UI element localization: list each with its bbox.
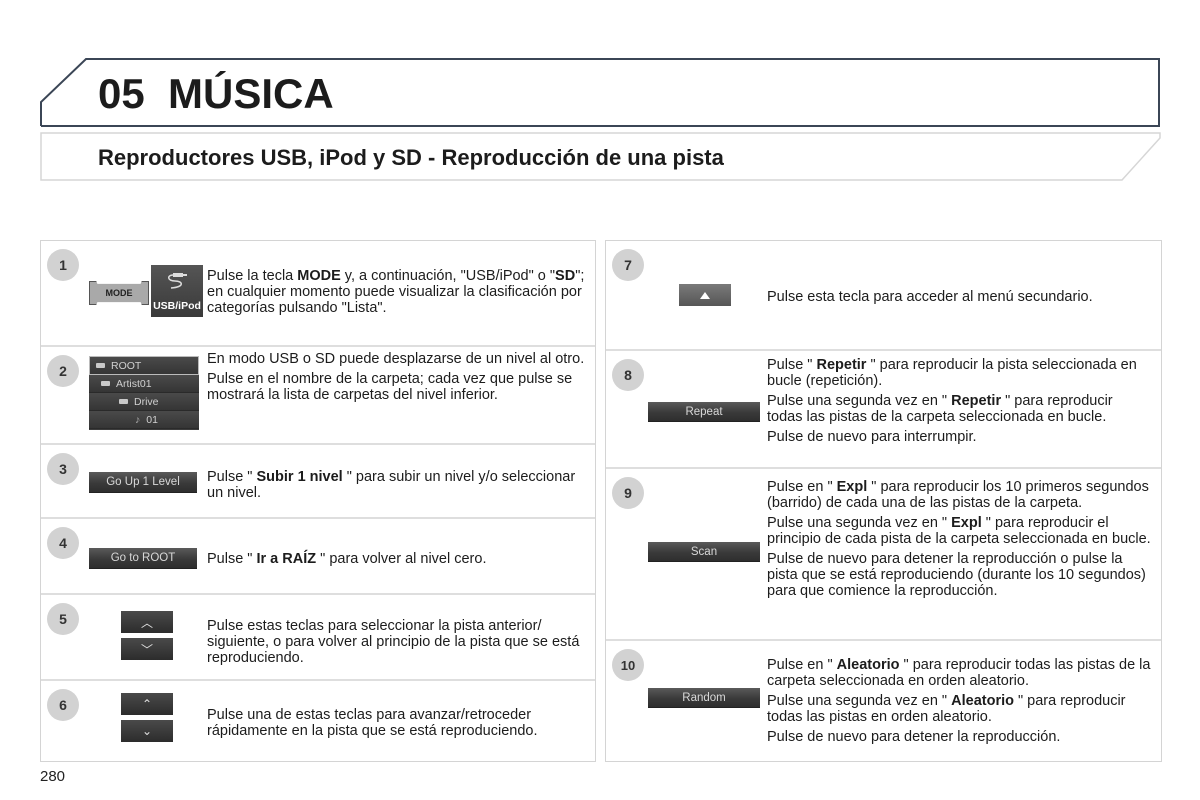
random-button[interactable]: Random bbox=[648, 688, 760, 708]
step-8: 8 Repeat Pulse " Repetir " para reproduc… bbox=[606, 351, 1161, 469]
bold-term: Subir 1 nivel bbox=[256, 469, 343, 485]
step-10: 10 Random Pulse en " Aleatorio " para re… bbox=[606, 641, 1161, 761]
track-row-01[interactable]: ♪ 01 bbox=[89, 411, 199, 429]
secondary-menu-button[interactable] bbox=[679, 284, 731, 306]
step-description: Pulse en " Expl " para reproducir los 10… bbox=[767, 479, 1152, 603]
chapter-title: 05 MÚSICA bbox=[98, 70, 334, 117]
folder-row-artist[interactable]: Artist01 bbox=[89, 375, 199, 393]
description-paragraph: Pulse la tecla MODE y, a continuación, "… bbox=[207, 268, 585, 316]
step-number-badge: 5 bbox=[47, 603, 79, 635]
step-number-badge: 7 bbox=[612, 249, 644, 281]
music-note-icon: ♪ bbox=[135, 413, 141, 426]
description-paragraph: Pulse " Ir a RAÍZ " para volver al nivel… bbox=[207, 551, 487, 567]
step-number-badge: 4 bbox=[47, 527, 79, 559]
bold-term: Repetir bbox=[951, 393, 1002, 409]
bold-term: Repetir bbox=[816, 357, 867, 373]
fast-forward-button[interactable]: ⌄ bbox=[121, 720, 173, 742]
triangle-up-icon bbox=[700, 291, 710, 299]
page-number: 280 bbox=[40, 768, 66, 785]
folder-row-root[interactable]: ROOT bbox=[89, 356, 199, 375]
description-paragraph: Pulse de nuevo para detener la reproducc… bbox=[767, 729, 1061, 745]
usb-ipod-button[interactable]: USB/iPod bbox=[151, 265, 203, 317]
description-paragraph: Pulse " Subir 1 nivel " para subir un ni… bbox=[207, 469, 576, 501]
description-paragraph: Pulse " Repetir " para reproducir la pis… bbox=[767, 357, 1137, 389]
step-description: Pulse la tecla MODE y, a continuación, "… bbox=[207, 268, 587, 320]
step-number-badge: 3 bbox=[47, 453, 79, 485]
description-paragraph: Pulse de nuevo para interrumpir. bbox=[767, 429, 977, 445]
step-number-badge: 8 bbox=[612, 359, 644, 391]
bold-term: SD bbox=[555, 268, 576, 284]
folder-tree: ROOT Artist01 Drive ♪ 01 bbox=[89, 356, 199, 430]
step-description: Pulse estas teclas para seleccionar la p… bbox=[207, 618, 591, 670]
description-paragraph: Pulse de nuevo para detener la reproducc… bbox=[767, 551, 1146, 599]
description-paragraph: Pulse esta tecla para acceder al menú se… bbox=[767, 289, 1093, 305]
step-5: 5 ︿ ﹀ Pulse estas teclas para selecciona… bbox=[41, 595, 595, 681]
chevron-down-icon: ﹀ bbox=[140, 642, 153, 657]
description-paragraph: En modo USB o SD puede desplazarse de un… bbox=[207, 351, 585, 367]
next-track-button[interactable]: ﹀ bbox=[121, 638, 173, 660]
step-number-badge: 10 bbox=[612, 649, 644, 681]
step-4: 4 Go to ROOT Pulse " Ir a RAÍZ " para vo… bbox=[41, 519, 595, 595]
bold-term: Expl bbox=[836, 479, 868, 495]
step-number-badge: 1 bbox=[47, 249, 79, 281]
bold-term: Aleatorio bbox=[951, 693, 1014, 709]
right-column: 7 Pulse esta tecla para acceder al menú … bbox=[605, 240, 1162, 762]
description-paragraph: Pulse una segunda vez en " Repetir " par… bbox=[767, 393, 1113, 425]
step-number-badge: 2 bbox=[47, 355, 79, 387]
double-chevron-down-icon: ⌄ bbox=[141, 724, 153, 738]
description-paragraph: Pulse una segunda vez en " Expl " para r… bbox=[767, 515, 1151, 547]
step-9: 9 Scan Pulse en " Expl " para reproducir… bbox=[606, 469, 1161, 641]
step-1: 1 MODE USB/iPod Pulse la tecla MODE y, a… bbox=[41, 241, 595, 347]
fast-rewind-button[interactable]: ⌃ bbox=[121, 693, 173, 715]
bold-term: Ir a RAÍZ bbox=[256, 551, 317, 567]
folder-icon bbox=[101, 381, 110, 386]
folder-icon bbox=[119, 399, 128, 404]
description-paragraph: Pulse estas teclas para seleccionar la p… bbox=[207, 618, 580, 666]
chevron-up-icon: ︿ bbox=[140, 615, 153, 630]
step-6: 6 ⌃ ⌄ Pulse una de estas teclas para ava… bbox=[41, 681, 595, 761]
folder-row-drive[interactable]: Drive bbox=[89, 393, 199, 411]
double-chevron-up-icon: ⌃ bbox=[141, 697, 153, 711]
step-description: Pulse " Ir a RAÍZ " para volver al nivel… bbox=[207, 551, 587, 571]
section-title: Reproductores USB, iPod y SD - Reproducc… bbox=[98, 145, 724, 170]
description-paragraph: Pulse una de estas teclas para avanzar/r… bbox=[207, 707, 538, 739]
previous-track-button[interactable]: ︿ bbox=[121, 611, 173, 633]
bold-term: Expl bbox=[951, 515, 982, 531]
scan-button[interactable]: Scan bbox=[648, 542, 760, 562]
step-7: 7 Pulse esta tecla para acceder al menú … bbox=[606, 241, 1161, 351]
description-paragraph: Pulse en " Aleatorio " para reproducir t… bbox=[767, 657, 1151, 689]
step-description: En modo USB o SD puede desplazarse de un… bbox=[207, 351, 587, 407]
bold-term: Aleatorio bbox=[836, 657, 900, 673]
step-description: Pulse " Repetir " para reproducir la pis… bbox=[767, 357, 1152, 449]
step-3: 3 Go Up 1 Level Pulse " Subir 1 nivel " … bbox=[41, 445, 595, 519]
go-up-1-level-button[interactable]: Go Up 1 Level bbox=[89, 472, 197, 493]
description-paragraph: Pulse en el nombre de la carpeta; cada v… bbox=[207, 371, 573, 403]
bold-term: MODE bbox=[297, 268, 341, 284]
left-column: 1 MODE USB/iPod Pulse la tecla MODE y, a… bbox=[40, 240, 596, 762]
folder-icon bbox=[96, 363, 105, 368]
step-description: Pulse en " Aleatorio " para reproducir t… bbox=[767, 657, 1152, 749]
description-paragraph: Pulse una segunda vez en " Aleatorio " p… bbox=[767, 693, 1126, 725]
usb-ipod-label: USB/iPod bbox=[153, 300, 201, 312]
section-header: Reproductores USB, iPod y SD - Reproducc… bbox=[40, 132, 1162, 182]
step-number-badge: 6 bbox=[47, 689, 79, 721]
mode-key-button[interactable]: MODE bbox=[89, 281, 149, 305]
step-description: Pulse esta tecla para acceder al menú se… bbox=[767, 289, 1152, 309]
go-to-root-button[interactable]: Go to ROOT bbox=[89, 548, 197, 569]
step-2: 2 ROOT Artist01 Drive ♪ 01 En modo USB o … bbox=[41, 347, 595, 445]
chapter-header: 05 MÚSICA bbox=[40, 58, 1160, 127]
repeat-button[interactable]: Repeat bbox=[648, 402, 760, 422]
description-paragraph: Pulse en " Expl " para reproducir los 10… bbox=[767, 479, 1149, 511]
step-description: Pulse " Subir 1 nivel " para subir un ni… bbox=[207, 469, 587, 505]
step-description: Pulse una de estas teclas para avanzar/r… bbox=[207, 707, 591, 743]
usb-cable-icon bbox=[168, 273, 187, 289]
step-number-badge: 9 bbox=[612, 477, 644, 509]
